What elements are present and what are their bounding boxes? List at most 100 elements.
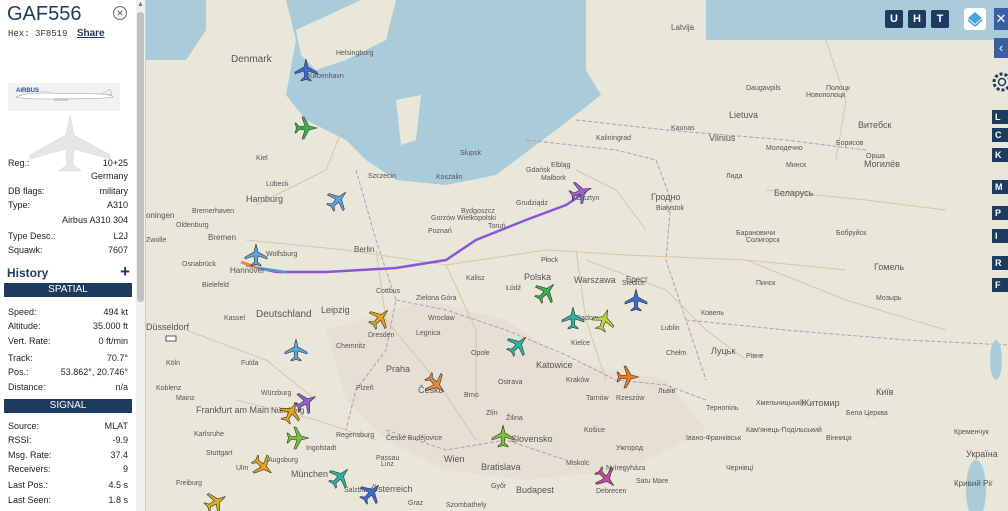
map-label-helsingborg: Helsingborg <box>336 50 373 57</box>
history-label: History <box>7 266 49 280</box>
expand-plus-icon[interactable]: + <box>120 262 130 282</box>
layers-icon[interactable] <box>964 8 986 30</box>
info-key: Altitude: <box>8 321 41 331</box>
info-row: Pos.: 53.862°, 20.746° <box>8 366 128 378</box>
map-label-miskolc: Miskolc <box>566 460 590 467</box>
sidebar-scrollbar[interactable]: ▲ <box>136 0 146 511</box>
map-toggle-button-r[interactable]: R <box>992 256 1008 270</box>
map-toggle-button-p[interactable]: P <box>992 206 1008 220</box>
map-label-vinnytsia: Вінниця <box>826 434 852 442</box>
map-label-lutsk: Луцьк <box>711 346 735 356</box>
map-label-chelm: Chełm <box>666 350 686 357</box>
signal-section-header: SIGNAL <box>4 399 132 413</box>
map-toggle-button-l[interactable]: L <box>992 110 1008 124</box>
scrollbar-thumb[interactable] <box>137 12 144 302</box>
map-toggle-button-c[interactable]: C <box>992 128 1008 142</box>
map-toggle-button-m[interactable]: M <box>992 180 1008 194</box>
aircraft-callsign: GAF556 <box>7 3 82 25</box>
history-header[interactable]: History + <box>0 262 136 282</box>
map-label-kovel: Ковель <box>701 310 724 317</box>
units-u-button[interactable]: U <box>885 10 903 28</box>
map-label-malbork: Malbork <box>541 175 566 182</box>
map-toggle-button-k[interactable]: K <box>992 148 1008 162</box>
info-row: Msg. Rate: 37.4 <box>8 449 128 461</box>
map-label-passau: Passau <box>376 455 399 462</box>
units-t-button[interactable]: T <box>931 10 949 28</box>
map-label-chemnitz: Chemnitz <box>336 343 366 350</box>
map-label-koszalin: Koszalin <box>436 174 463 181</box>
collapse-sidebar-icon[interactable]: ✕ <box>994 8 1008 30</box>
map-label-mainz: Mainz <box>176 395 195 402</box>
map-label-wien: Wien <box>444 454 465 464</box>
map-label-duseldorf: Düsseldorf <box>146 322 190 332</box>
map-label-zlin: Zlín <box>486 410 498 417</box>
map-label-rzeszow: Rzeszów <box>616 395 645 402</box>
ground-vehicle-icon[interactable] <box>165 335 177 342</box>
aircraft-photo[interactable]: AIRBUS <box>8 83 120 111</box>
info-key: RSSI: <box>8 435 32 445</box>
map-label-siedlce: Siedlce <box>622 280 645 287</box>
map-label-kamenets: Кам'янець-Подільський <box>746 426 822 434</box>
info-value: 37.4 <box>110 450 128 460</box>
back-arrow-icon[interactable]: ‹ <box>994 38 1008 58</box>
map-label-ceske: České Budějovice <box>386 433 442 442</box>
close-icon[interactable]: × <box>113 6 127 20</box>
settings-gear-icon[interactable] <box>988 70 1008 94</box>
info-value: MLAT <box>104 421 128 431</box>
map-label-slupsk: Słupsk <box>460 150 482 157</box>
map-toggle-button-f[interactable]: F <box>992 278 1008 292</box>
aircraft-info-panel: GAF556 × Hex: 3F8519 Share AIRBUS Reg.: 1… <box>0 0 137 511</box>
info-key: Receivers: <box>8 464 51 474</box>
map-label-gomel: Гомель <box>874 262 904 272</box>
info-key: Vert. Rate: <box>8 336 51 346</box>
info-value: n/a <box>115 382 128 392</box>
info-row: Type: A310 <box>8 199 128 211</box>
map-label-uzhhorod: Ужгород <box>616 445 643 452</box>
map-label-bobruisk: Бобруйск <box>836 229 867 237</box>
info-row: Track: 70.7° <box>8 352 128 364</box>
map-label-novopolotsk: Новополоцк <box>806 92 846 99</box>
units-h-button[interactable]: H <box>908 10 926 28</box>
map-label-vitebsk: Витебск <box>858 120 892 130</box>
info-value: Germany <box>90 171 128 181</box>
info-row: Airbus A310 304 <box>8 214 128 226</box>
info-key: Squawk: <box>8 245 43 255</box>
map-label-cottbus: Cottbus <box>376 288 401 295</box>
map-label-plock: Płock <box>541 257 559 264</box>
map-label-lida: Лида <box>726 173 743 180</box>
info-row: DB flags: military <box>8 185 128 197</box>
map-label-lublin: Lublin <box>661 325 680 332</box>
map-label-legnica: Legnica <box>416 330 441 337</box>
map-label-karlsruhe: Karlsruhe <box>194 431 224 438</box>
scroll-up-arrow-icon[interactable]: ▲ <box>136 0 145 10</box>
info-key: Track: <box>8 353 33 363</box>
map-label-gdansk: Gdańsk <box>526 167 551 174</box>
map-label-pinsk: Пинск <box>756 280 776 287</box>
map-label-bydgoszcz: Bydgoszcz <box>461 208 495 215</box>
map-label-elblag: Elbląg <box>551 162 571 169</box>
map-label-kielce: Kielce <box>571 340 590 347</box>
info-value: 70.7° <box>106 353 128 363</box>
map-toggle-button-i[interactable]: I <box>992 229 1008 243</box>
map-label-olsztyn: Olsztyn <box>576 195 599 202</box>
map-label-minsk: Минск <box>786 162 807 169</box>
map-canvas[interactable]: Denmark København Helsingborg Hamburg Bremen… <box>146 0 1008 511</box>
info-value: A310 <box>106 200 128 210</box>
info-row: Source: MLAT <box>8 420 128 432</box>
map-label-daugavpils: Daugavpils <box>746 85 781 92</box>
info-row: Distance: n/a <box>8 381 128 393</box>
map-view[interactable]: Denmark København Helsingborg Hamburg Bremen… <box>146 0 1008 511</box>
info-value: 0 ft/min <box>98 336 128 346</box>
info-value: 1.8 s <box>108 495 128 505</box>
map-label-slovensko: Slovensko <box>511 434 553 444</box>
map-label-deutschland: Deutschland <box>256 309 312 320</box>
map-label-borisov: Борисов <box>836 140 864 147</box>
info-key: Pos.: <box>8 367 29 377</box>
share-link[interactable]: Share <box>77 28 105 39</box>
map-label-latvija: Latvija <box>671 23 695 32</box>
info-key: Last Pos.: <box>8 480 49 490</box>
info-value: 35.000 ft <box>92 321 128 331</box>
map-label-osterreich: Österreich <box>371 484 413 494</box>
spatial-section-header: SPATIAL <box>4 283 132 297</box>
info-key: Last Seen: <box>8 495 52 505</box>
